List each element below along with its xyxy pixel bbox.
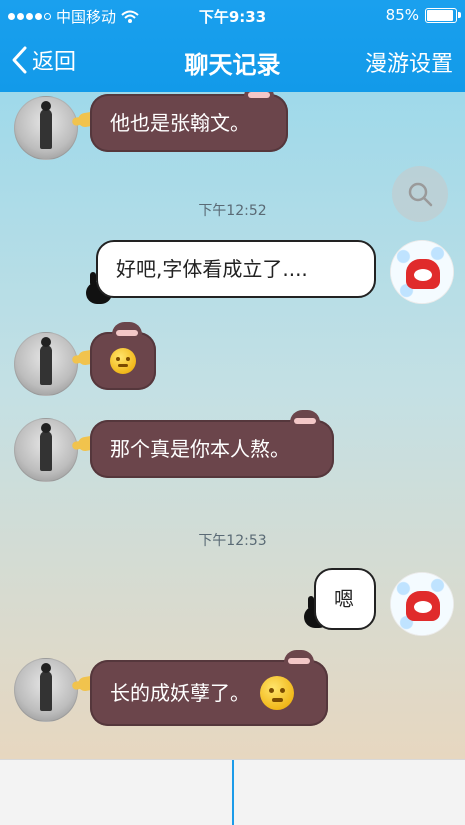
smirk-face-icon [260,676,294,710]
message-text [90,332,176,390]
my-message-bubble[interactable]: 嗯 [314,568,376,630]
status-bar: 中国移动 下午9:33 85% [0,0,465,30]
friend-message-bubble[interactable]: 长的成妖孽了。 [90,650,328,726]
friend-avatar[interactable] [14,658,78,722]
message-text: 那个真是你本人熬。 [110,437,290,461]
timestamp: 下午12:52 [198,203,267,219]
text-cursor [232,760,234,825]
friend-avatar[interactable] [14,332,78,396]
navigation-bar: 返回 聊天记录 漫游设置 [0,30,465,92]
timestamp: 下午12:53 [198,533,267,549]
friend-avatar[interactable] [14,418,78,482]
battery-percent: 85% [385,6,419,24]
sad-face-icon [110,348,136,374]
battery-icon [425,7,461,23]
friend-message-bubble[interactable] [90,322,156,390]
top-bar: 中国移动 下午9:33 85% 返回 聊天记录 漫游设置 [0,0,465,92]
roaming-settings-button[interactable]: 漫游设置 [365,46,453,78]
chat-history[interactable]: 他也是张翰文。 下午12:52 好吧,字体看成立了.... 那个真是你本人熬。 … [0,92,465,759]
message-text: 嗯 [334,587,354,611]
message-text: 长的成妖孽了。 [110,681,250,705]
my-avatar[interactable] [390,240,454,304]
message-input-bar[interactable] [0,759,465,825]
my-avatar[interactable] [390,572,454,636]
message-content: 长的成妖孽了。 [90,660,348,726]
friend-message-bubble[interactable]: 他也是张翰文。 [90,92,288,152]
message-text: 好吧,字体看成立了.... [116,257,308,281]
friend-message-bubble[interactable]: 那个真是你本人熬。 [90,410,334,478]
message-text: 他也是张翰文。 [110,111,250,135]
my-message-bubble[interactable]: 好吧,字体看成立了.... [96,240,376,298]
status-right: 85% [385,6,461,24]
friend-avatar[interactable] [14,96,78,160]
